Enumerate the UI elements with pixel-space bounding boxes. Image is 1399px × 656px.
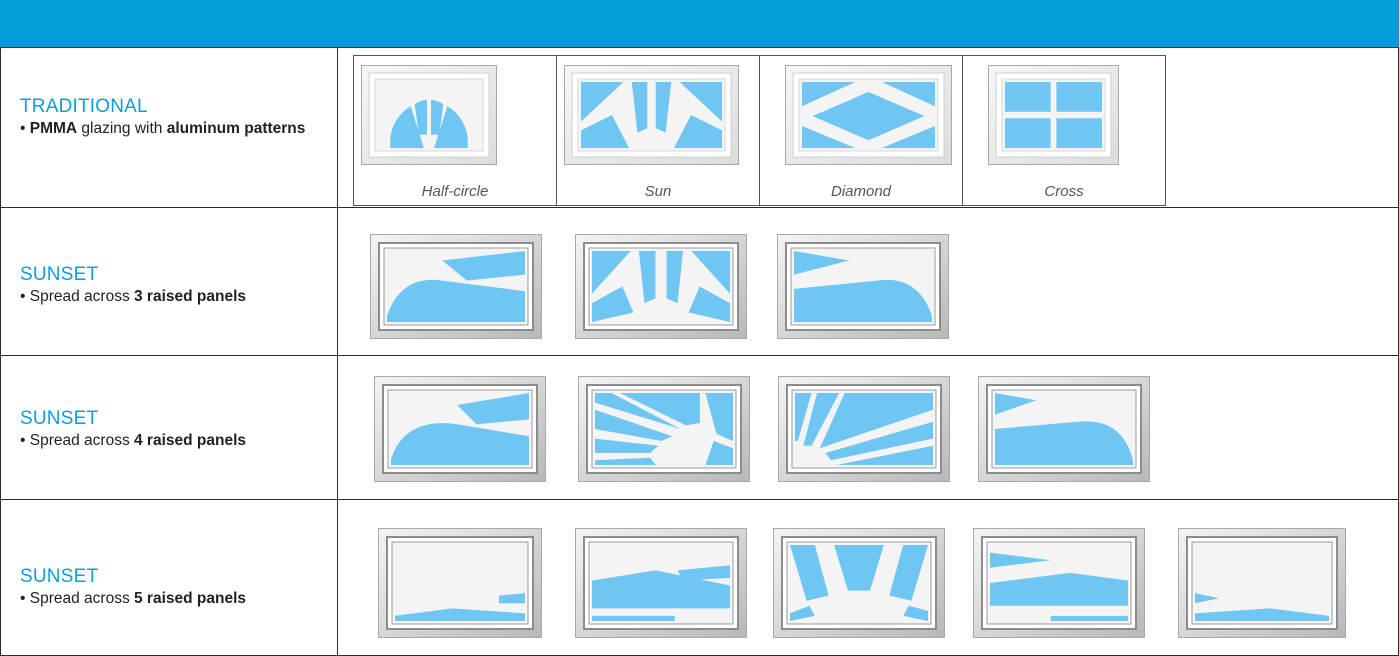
row-divider-1 xyxy=(0,207,1399,208)
window-sunset-3-center-illustration xyxy=(575,234,747,339)
desc-bold: PMMA xyxy=(29,120,78,137)
category-title: SUNSET xyxy=(20,408,99,429)
category-title: TRADITIONAL xyxy=(20,96,148,117)
window-caption: Sun xyxy=(644,183,672,200)
category-description: • Spread across 5 raised panels xyxy=(20,588,320,610)
desc-bold: 5 raised panels xyxy=(134,590,247,607)
header-bar xyxy=(0,0,1399,47)
window-caption: Cross xyxy=(1044,183,1084,200)
window-sunset-5-5-illustration xyxy=(1178,528,1346,638)
category-description: • PMMA glazing with aluminum patterns xyxy=(20,118,320,140)
window-caption: Diamond xyxy=(830,183,892,200)
desc-text: Spread across xyxy=(29,590,134,607)
window-sunset-3-right-illustration xyxy=(777,234,949,339)
glass-pane xyxy=(1056,118,1102,148)
desc-bold: 3 raised panels xyxy=(134,288,247,305)
window-sunset-4-3-illustration xyxy=(778,376,950,482)
category-title: SUNSET xyxy=(20,566,99,587)
glass-pane xyxy=(592,615,675,621)
row-sunset-3-label: SUNSET • Spread across 3 raised panels xyxy=(20,264,320,308)
row-divider-3 xyxy=(0,499,1399,500)
glass-pane xyxy=(1005,118,1051,148)
row-divider-2 xyxy=(0,355,1399,356)
glass-pane xyxy=(1050,615,1128,621)
bullet: • xyxy=(20,590,26,607)
glass-pane xyxy=(1005,82,1051,112)
glass-pane xyxy=(1056,82,1102,112)
bullet: • xyxy=(20,432,26,449)
window-sunset-5-1-illustration xyxy=(378,528,542,638)
window-sunset-4-2-illustration xyxy=(578,376,750,482)
bullet: • xyxy=(20,288,26,305)
window-diamond-illustration xyxy=(785,65,952,165)
category-description: • Spread across 3 raised panels xyxy=(20,286,320,308)
label-column-divider xyxy=(337,47,338,656)
window-sunset-5-3-illustration xyxy=(773,528,945,638)
window-half-circle-illustration xyxy=(361,65,497,165)
category-title: SUNSET xyxy=(20,264,99,285)
table-left-border xyxy=(0,47,1,656)
bullet: • xyxy=(20,120,26,137)
desc-bold: 4 raised panels xyxy=(134,432,247,449)
window-sunset-4-1-illustration xyxy=(374,376,546,482)
category-description: • Spread across 4 raised panels xyxy=(20,430,320,452)
row-sunset-5-label: SUNSET • Spread across 5 raised panels xyxy=(20,566,320,610)
desc-text: Spread across xyxy=(29,288,134,305)
desc-bold: aluminum patterns xyxy=(166,120,306,137)
window-sunset-3-left-illustration xyxy=(370,234,542,339)
window-sunset-5-4-illustration xyxy=(973,528,1145,638)
table-top-border xyxy=(0,47,1399,48)
window-sun-illustration xyxy=(564,65,739,165)
window-sunset-4-4-illustration xyxy=(978,376,1150,482)
desc-text: Spread across xyxy=(29,432,134,449)
window-caption: Half-circle xyxy=(421,183,489,200)
row-sunset-4-label: SUNSET • Spread across 4 raised panels xyxy=(20,408,320,452)
desc-text: glazing with xyxy=(77,120,167,137)
row-traditional-label: TRADITIONAL • PMMA glazing with aluminum… xyxy=(20,96,320,140)
window-sunset-5-2-illustration xyxy=(575,528,747,638)
window-cross-illustration xyxy=(988,65,1119,165)
